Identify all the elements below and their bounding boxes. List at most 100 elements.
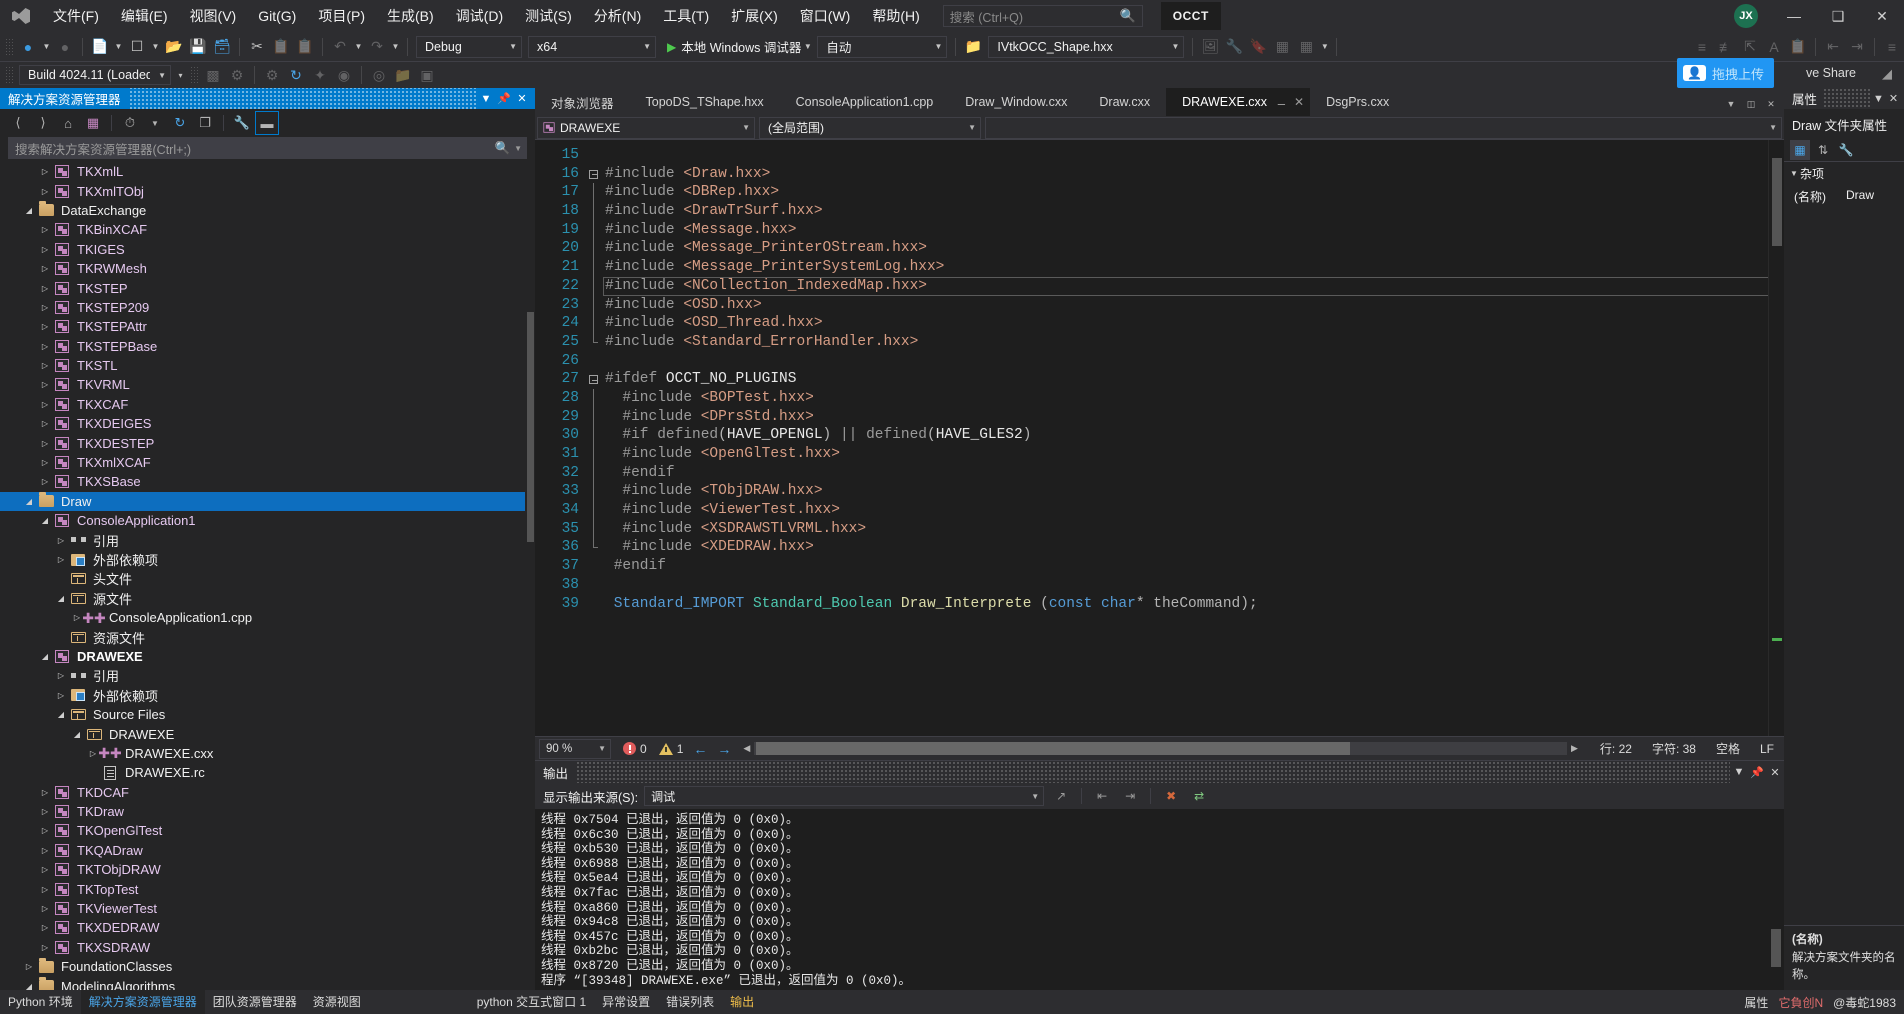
dock-tab-[interactable]: 资源视图 [305,990,369,1014]
tree-item-tkdcaf[interactable]: ▷ TKDCAF [0,783,535,802]
indent-icon[interactable]: ⇥ [1845,35,1869,59]
code-line[interactable]: #include <OpenGlTest.hxx> [603,445,1784,464]
clear-all-icon[interactable]: ✖ [1160,785,1182,807]
fold-marker[interactable] [587,220,603,240]
editor-tab-dsgprscxx[interactable]: DsgPrs.cxx [1310,88,1405,116]
fold-marker[interactable] [587,183,603,203]
platform-combo[interactable]: x64 ▼ [528,35,656,58]
tree-item-tkiges[interactable]: ▷ TKIGES [0,240,535,259]
tree-item-drawexecxx[interactable]: ▷ ✚✚ DRAWEXE.cxx [0,744,535,763]
code-text[interactable]: #include <Draw.hxx> #include <DBRep.hxx> #… [603,140,1784,736]
code-line[interactable]: #include <Message_PrinterOStream.hxx> [603,239,1784,258]
avatar[interactable]: JX [1734,4,1758,28]
fold-marker[interactable] [587,352,603,371]
fold-marker[interactable] [587,276,603,296]
menu-git[interactable]: Git(G) [247,0,307,32]
code-line[interactable] [603,146,1784,165]
close-icon[interactable]: ✕ [1766,766,1784,779]
folder-add-icon[interactable]: 📁 [391,63,415,87]
tree-item-tkqadraw[interactable]: ▷ TKQADraw [0,841,535,860]
editor-vertical-scrollbar[interactable] [1768,140,1784,736]
pin-icon[interactable]: 📌 [1748,766,1766,779]
expander-icon[interactable]: ▷ [38,477,52,486]
start-debug-icon[interactable]: ▶ [659,40,681,54]
properties-group-misc[interactable]: ▼ 杂项 [1784,162,1904,185]
pending-changes-icon[interactable]: ⏱ [118,111,142,135]
fold-marker[interactable] [587,426,603,445]
fold-marker[interactable] [587,314,603,333]
expander-icon[interactable]: ▷ [38,322,52,331]
chevron-down-icon[interactable]: ▼ [1871,93,1886,105]
code-line[interactable]: #if defined(HAVE_OPENGL) || defined(HAVE… [603,426,1784,445]
editor-tab-topods_tshapehxx[interactable]: TopoDS_TShape.hxx [630,88,780,116]
debug-target-label[interactable]: 本地 Windows 调试器 [681,37,801,56]
analyze-icon[interactable]: ▣ [415,63,439,87]
build-gear-icon[interactable]: ⚙ [260,63,284,87]
tree-item-tkstepbase[interactable]: ▷ TKSTEPBase [0,337,535,356]
tree-item-tktoptest[interactable]: ▷ TKTopTest [0,879,535,898]
expander-icon[interactable]: ▷ [38,807,52,816]
code-line[interactable]: #include <XDEDRAW.hxx> [603,538,1784,557]
attach-to-process-icon[interactable]: ▩ [201,63,225,87]
tree-item-tktobjdraw[interactable]: ▷ TKTObjDRAW [0,860,535,879]
expander-icon[interactable]: ▷ [38,923,52,932]
expander-icon[interactable]: ▷ [38,167,52,176]
target-icon[interactable]: ◎ [367,63,391,87]
expander-icon[interactable]: ◢ [22,982,36,990]
expander-icon[interactable]: ▷ [22,962,36,971]
expand-toolbar-icon[interactable]: ◢ [1882,66,1892,82]
undo-caret-icon[interactable]: ▼ [352,35,365,59]
comment-icon[interactable]: ≡ [1690,35,1714,59]
tree-item-sourcefiles[interactable]: ◢ Source Files [0,705,535,724]
collapse-all-icon[interactable]: ❐ [193,111,217,135]
tree-item-tkrwmesh[interactable]: ▷ TKRWMesh [0,259,535,278]
find-message-icon[interactable]: ↗ [1050,785,1072,807]
fold-marker[interactable] [587,407,603,427]
sync-with-active-doc-icon[interactable]: ▦ [81,111,105,135]
auto-combo[interactable]: 自动 ▼ [817,35,948,58]
arrow-right-icon[interactable]: → [717,741,731,757]
menu-view[interactable]: 视图(V) [179,0,248,32]
expander-icon[interactable]: ▷ [38,885,52,894]
dock-tab-[interactable]: 解决方案资源管理器 [80,990,205,1014]
toggle-word-wrap-icon[interactable]: ⇄ [1188,785,1210,807]
tree-item-tkxcaf[interactable]: ▷ TKXCAF [0,395,535,414]
tree-item-[interactable]: 头文件 [0,569,535,588]
code-line[interactable] [603,352,1784,371]
code-line[interactable]: #include <ViewerTest.hxx> [603,501,1784,520]
editor-horizontal-scrollbar[interactable]: ◀ ▶ [739,742,1582,756]
close-tab-icon[interactable]: ✕ [1762,92,1780,116]
cut-icon[interactable]: ✂ [245,35,269,59]
settings-gear-icon[interactable]: ⚙ [225,63,249,87]
save-all-icon[interactable]: 🗃 [210,35,234,59]
editor-tab-drawcxx[interactable]: Draw.cxx [1083,88,1166,116]
menu-tools[interactable]: 工具(T) [652,0,720,32]
fold-marker[interactable] [587,501,603,520]
navigate-back-caret-icon[interactable]: ▼ [40,35,53,59]
solution-explorer-search-input[interactable]: 搜索解决方案资源管理器(Ctrl+;) 🔍 ▼ [8,137,527,159]
menu-help[interactable]: 帮助(H) [861,0,930,32]
solution-tree[interactable]: ▷ TKXmlL ▷ TKXmlTObj ◢ DataExchange ▷ TKBinXCAF… [0,162,535,990]
tree-item-[interactable]: ▷ 引用 [0,666,535,685]
fold-marker[interactable] [587,165,603,184]
fold-marker[interactable] [587,538,603,557]
tree-item-tkdraw[interactable]: ▷ TKDraw [0,802,535,821]
copy-icon[interactable]: 📋 [269,35,293,59]
expander-icon[interactable]: ▷ [38,419,52,428]
bottom-tab-[interactable]: 错误列表 [658,990,722,1014]
tree-item-tkxdestep[interactable]: ▷ TKXDESTEP [0,433,535,452]
wrench-icon[interactable]: 🔧 [1222,35,1246,59]
menu-window[interactable]: 窗口(W) [789,0,862,32]
expander-icon[interactable]: ▷ [38,400,52,409]
bookmark-icon[interactable]: 🔖 [1246,35,1270,59]
arrow-left-icon[interactable]: ← [693,741,707,757]
warning-count-indicator[interactable]: 1 [658,742,683,756]
go-to-previous-icon[interactable]: ⇤ [1091,785,1113,807]
build-status-combo[interactable]: Build 4024.11 (Loaded ▼ [19,65,171,85]
open-file-icon[interactable]: 📂 [162,35,186,59]
dock-tab-python[interactable]: Python 环境 [0,990,81,1014]
tree-item-tkstep[interactable]: ▷ TKSTEP [0,278,535,297]
menu-debug[interactable]: 调试(D) [445,0,514,32]
fold-marker[interactable] [587,388,603,408]
expander-icon[interactable]: ▷ [38,303,52,312]
